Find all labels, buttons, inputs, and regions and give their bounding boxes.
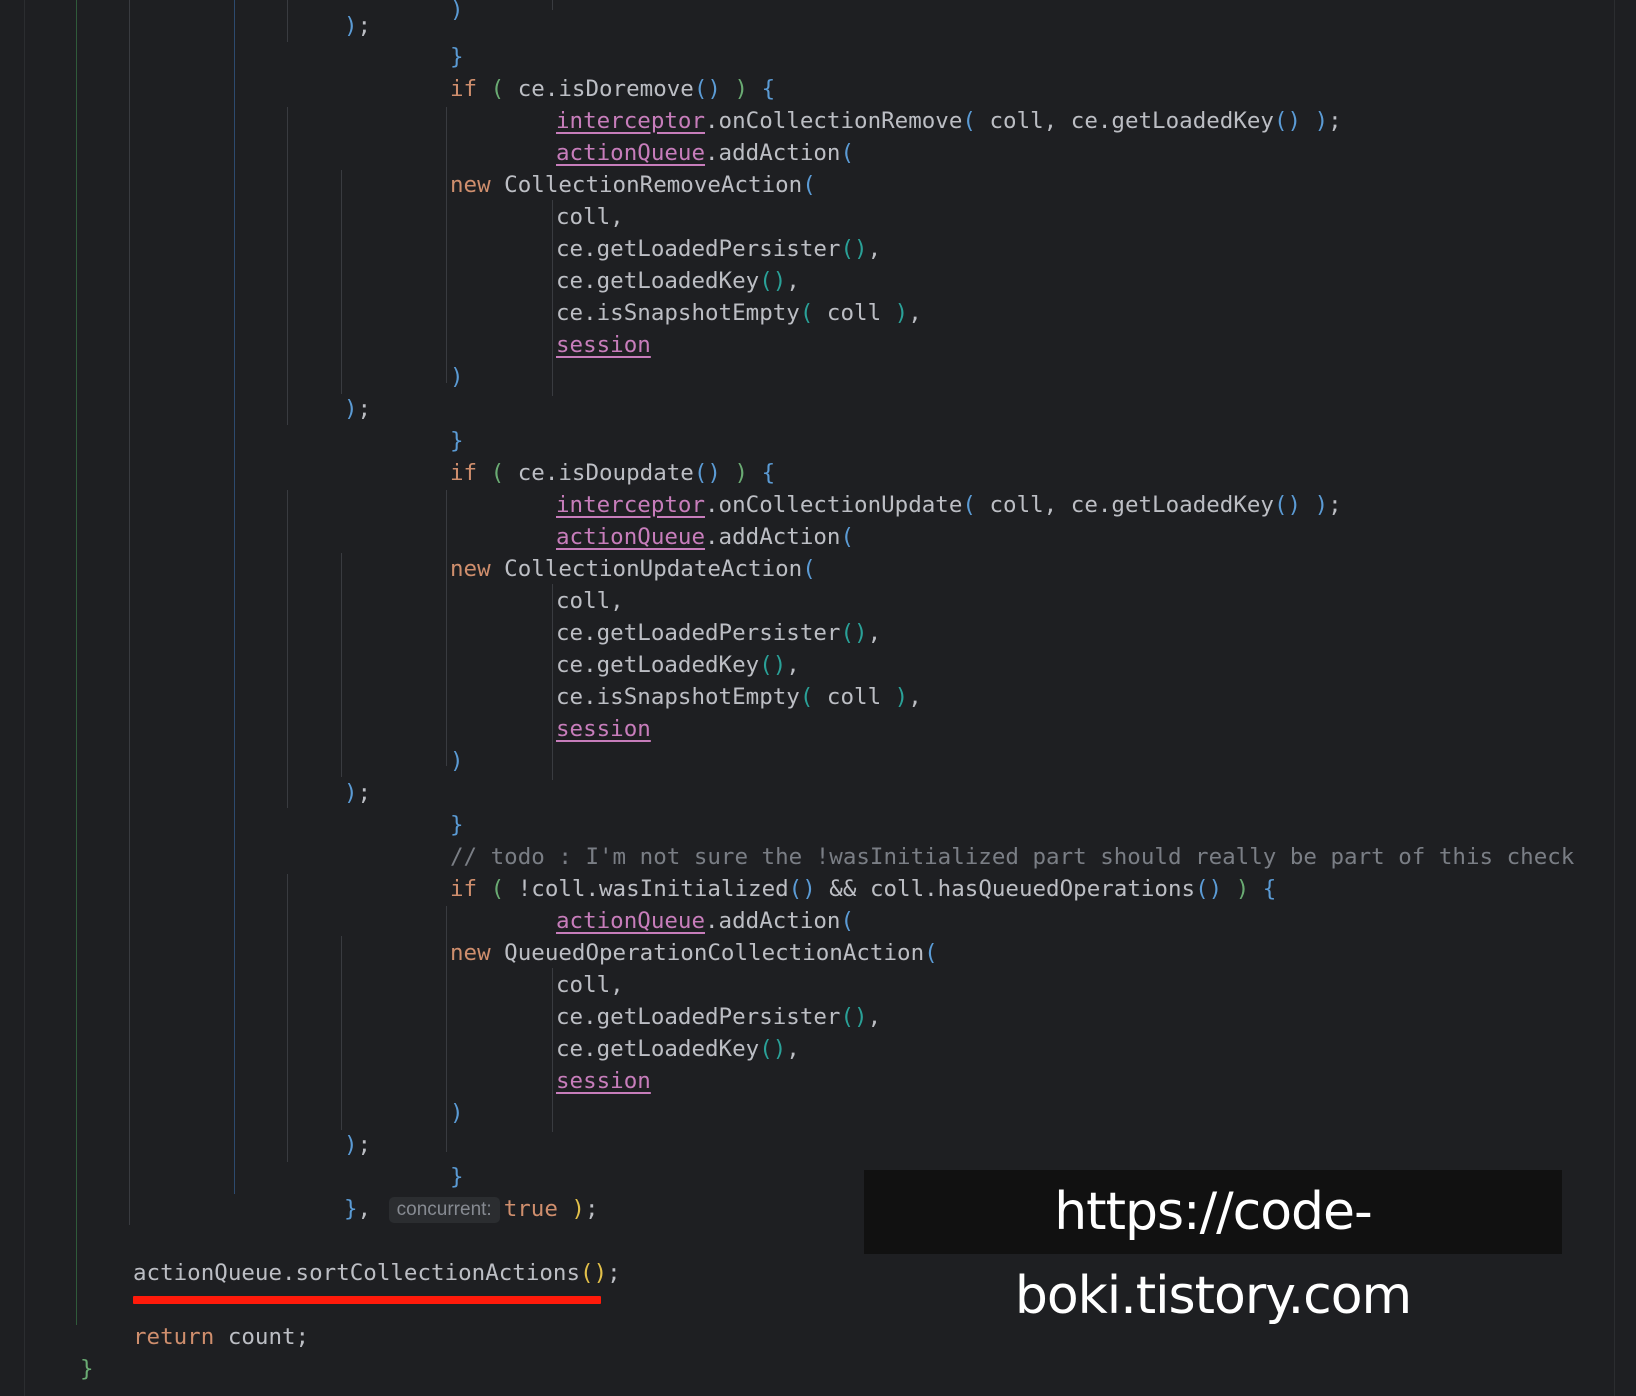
code-line: ce.isSnapshotEmpty( coll ),	[556, 684, 922, 710]
indent-guide	[341, 170, 342, 394]
indent-guide	[446, 906, 447, 1152]
code-line: if ( !coll.wasInitialized() && coll.hasQ…	[450, 876, 1277, 902]
indent-guide	[341, 553, 342, 777]
indent-guide	[341, 936, 342, 1130]
code-line: ce.isSnapshotEmpty( coll ),	[556, 300, 922, 326]
indent-guide	[287, 490, 288, 808]
code-line: session	[556, 1068, 651, 1094]
gutter-separator	[24, 0, 25, 1396]
code-line: ce.getLoadedPersister(),	[556, 236, 882, 262]
indent-guide	[446, 107, 447, 383]
code-line: ce.getLoadedKey(),	[556, 268, 800, 294]
code-line: )	[450, 748, 464, 774]
code-line: }	[80, 1356, 94, 1382]
highlighted-code-line: actionQueue.sortCollectionActions();	[133, 1260, 621, 1286]
code-line: coll,	[556, 972, 624, 998]
code-comment: // todo : I'm not sure the !wasInitializ…	[450, 844, 1575, 870]
indent-guide	[287, 874, 288, 1162]
code-line: }	[450, 428, 464, 454]
code-line: interceptor.onCollectionRemove( coll, ce…	[556, 108, 1342, 134]
code-line: ce.getLoadedPersister(),	[556, 620, 882, 646]
code-line: new CollectionUpdateAction(	[450, 556, 816, 582]
indent-guide	[287, 0, 288, 42]
code-line: actionQueue.addAction(	[556, 908, 855, 934]
code-line: if ( ce.isDoupdate() ) {	[450, 460, 776, 486]
indent-guide	[446, 490, 447, 766]
indent-guide	[552, 584, 553, 780]
watermark-url: https://code-boki.tistory.com	[864, 1170, 1562, 1326]
code-line: actionQueue.addAction(	[556, 524, 855, 550]
code-line: )	[450, 1100, 464, 1126]
code-editor[interactable]: ) ); } if ( ce.isDoremove() ) { intercep…	[0, 0, 1636, 1396]
indent-guide	[552, 968, 553, 1132]
code-line: session	[556, 332, 651, 358]
code-line: }, concurrent: true );	[344, 1196, 599, 1223]
code-line: }	[450, 1164, 464, 1190]
right-margin-line	[1614, 0, 1615, 1396]
indent-guide	[287, 107, 288, 425]
code-line: }	[450, 812, 464, 838]
indent-guide	[234, 0, 235, 1194]
code-line: ce.getLoadedKey(),	[556, 652, 800, 678]
code-line: coll,	[556, 588, 624, 614]
code-line: coll,	[556, 204, 624, 230]
code-line: }	[450, 44, 464, 70]
red-highlight-underline	[133, 1296, 601, 1304]
code-line: );	[344, 396, 372, 422]
code-line: );	[344, 13, 372, 39]
code-line: ce.getLoadedKey(),	[556, 1036, 800, 1062]
code-line: session	[556, 716, 651, 742]
code-line: actionQueue.addAction(	[556, 140, 855, 166]
code-line: if ( ce.isDoremove() ) {	[450, 76, 776, 102]
indent-guide	[552, 200, 553, 396]
code-line: )	[450, 364, 464, 390]
indent-guide	[129, 0, 130, 1225]
parameter-hint: concurrent:	[388, 1197, 500, 1223]
code-line: new QueuedOperationCollectionAction(	[450, 940, 938, 966]
code-line: );	[344, 780, 372, 806]
indent-guide	[552, 0, 553, 10]
code-line: interceptor.onCollectionUpdate( coll, ce…	[556, 492, 1342, 518]
code-line: ce.getLoadedPersister(),	[556, 1004, 882, 1030]
code-line: new CollectionRemoveAction(	[450, 172, 816, 198]
indent-guide	[76, 0, 77, 1325]
code-line: )	[450, 0, 464, 23]
code-line: );	[344, 1132, 372, 1158]
code-line: return count;	[133, 1324, 310, 1350]
